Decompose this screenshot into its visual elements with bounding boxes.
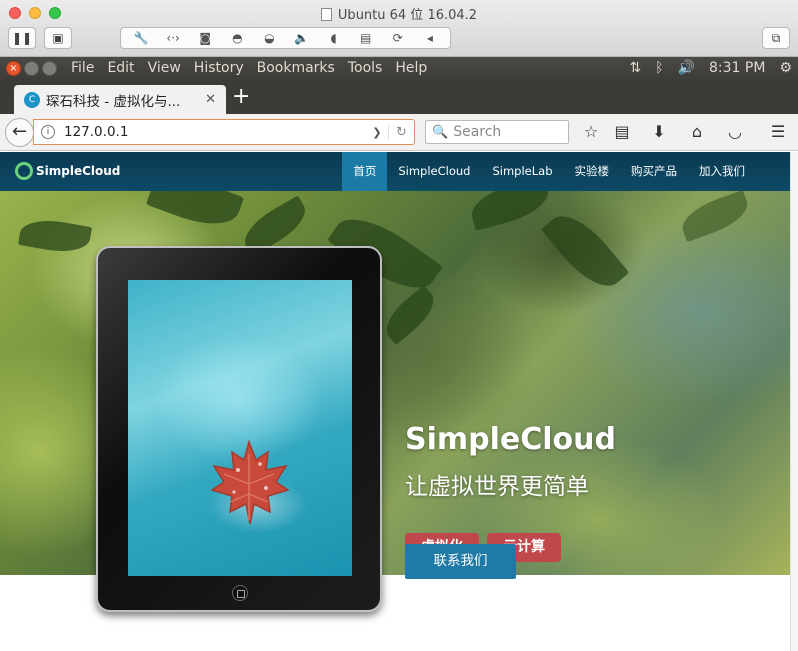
ubuntu-minimize-button[interactable]	[24, 61, 39, 76]
search-box[interactable]: 🔍 Search	[425, 120, 569, 144]
disk-icon[interactable]: ◙	[193, 31, 217, 45]
menu-view[interactable]: View	[148, 60, 181, 76]
collapse-icon[interactable]: ◂	[418, 31, 442, 45]
site-nav-menu: 首页 SimpleCloud SimpleLab 实验楼 购买产品 加入我们	[342, 152, 756, 191]
vm-window-title: Ubuntu 64 位 16.04.2	[0, 4, 798, 23]
system-indicators: ⇅ ᛒ 🔊 8:31 PM ⚙	[629, 60, 798, 76]
simplecloud-logo-icon	[15, 162, 33, 180]
close-icon: ×	[9, 63, 18, 74]
mouse-icon[interactable]: ◖	[322, 31, 346, 45]
wrench-icon[interactable]: 🔧	[129, 31, 153, 45]
url-bar[interactable]: i 127.0.0.1 ❯ ↻	[33, 119, 415, 145]
pause-button[interactable]: ❚❚	[8, 27, 36, 49]
hero-tagline: 让虚拟世界更简单	[405, 474, 589, 500]
snapshot-button[interactable]: ▣	[44, 27, 72, 49]
camera-icon[interactable]: ◓	[225, 31, 249, 45]
refresh-icon[interactable]: ⟳	[386, 31, 410, 45]
vm-window-titlebar: Ubuntu 64 位 16.04.2 ❚❚ ▣ 🔧 ‹·› ◙ ◓ ◒ 🔈 ◖…	[0, 0, 798, 57]
nav-simplelab[interactable]: SimpleLab	[481, 152, 563, 191]
web-page: SimpleCloud 首页 SimpleCloud SimpleLab 实验楼…	[0, 152, 790, 651]
menu-history[interactable]: History	[194, 60, 244, 76]
tab-strip: C 琛石科技 - 虚拟化与... ✕ +	[0, 81, 798, 114]
reload-icon[interactable]: ↻	[388, 124, 414, 140]
nav-simplecloud[interactable]: SimpleCloud	[387, 152, 481, 191]
url-dropdown-icon[interactable]: ❯	[366, 126, 388, 139]
tablet-illustration	[96, 246, 382, 612]
fullscreen-icon: ⧉	[771, 30, 781, 45]
leaf-decoration	[676, 191, 754, 243]
menu-bookmarks[interactable]: Bookmarks	[257, 60, 335, 76]
volume-icon[interactable]: 🔊	[678, 60, 695, 76]
menu-help[interactable]: Help	[395, 60, 427, 76]
back-arrow-icon: ←	[11, 121, 28, 142]
logo-text: SimpleCloud	[36, 164, 121, 178]
tab-close-icon[interactable]: ✕	[205, 92, 216, 107]
browser-tab[interactable]: C 琛石科技 - 虚拟化与... ✕	[14, 85, 226, 114]
download-icon[interactable]: ⬇	[648, 122, 670, 141]
save-icon[interactable]: ▤	[354, 31, 378, 45]
pocket-icon[interactable]: ◡	[724, 122, 746, 141]
site-logo[interactable]: SimpleCloud	[15, 162, 120, 180]
reading-list-icon[interactable]: ▤	[611, 122, 633, 141]
nav-home[interactable]: 首页	[342, 152, 388, 191]
network-icon[interactable]: ‹·›	[161, 31, 185, 45]
document-icon	[320, 8, 332, 21]
leaf-decoration	[466, 191, 554, 231]
navigation-toolbar: i 127.0.0.1 ❯ ↻ ← 🔍 Search ☆ ▤ ⬇ ⌂ ◡ ☰	[0, 114, 798, 151]
pause-icon: ❚❚	[11, 31, 33, 45]
tab-title: 琛石科技 - 虚拟化与...	[46, 93, 181, 110]
nav-lab-building[interactable]: 实验楼	[564, 152, 621, 191]
bluetooth-icon[interactable]: ᛒ	[655, 60, 663, 76]
nav-buy-products[interactable]: 购买产品	[620, 152, 688, 191]
leaf-decoration	[17, 215, 93, 257]
leaf-decoration	[145, 191, 245, 236]
home-icon[interactable]: ⌂	[686, 122, 708, 141]
hamburger-menu-icon[interactable]: ☰	[767, 122, 789, 141]
vm-window-title-text: Ubuntu 64 位 16.04.2	[337, 8, 478, 23]
network-transfer-icon[interactable]: ⇅	[629, 60, 641, 76]
maple-leaf-icon	[210, 440, 290, 525]
contact-us-button[interactable]: 联系我们	[405, 544, 516, 579]
back-button[interactable]: ←	[5, 118, 34, 147]
usb-icon[interactable]: ◒	[257, 31, 281, 45]
fullscreen-button[interactable]: ⧉	[762, 27, 790, 49]
hero-title: SimpleCloud	[405, 422, 616, 457]
snapshot-icon: ▣	[52, 31, 64, 45]
url-text[interactable]: 127.0.0.1	[64, 124, 366, 140]
nav-join-us[interactable]: 加入我们	[688, 152, 756, 191]
search-placeholder: Search	[453, 124, 502, 140]
app-menu-bar: File Edit View History Bookmarks Tools H…	[71, 60, 440, 76]
leaf-decoration	[378, 284, 442, 346]
menu-tools[interactable]: Tools	[348, 60, 383, 76]
new-tab-button[interactable]: +	[232, 85, 250, 109]
menu-file[interactable]: File	[71, 60, 94, 76]
menu-edit[interactable]: Edit	[107, 60, 134, 76]
ubuntu-maximize-button[interactable]	[42, 61, 57, 76]
site-info-icon[interactable]: i	[41, 125, 55, 139]
site-favicon-icon: C	[24, 91, 40, 108]
tablet-screen	[128, 280, 352, 576]
search-icon: 🔍	[432, 124, 449, 140]
leaf-decoration	[540, 203, 630, 299]
vm-device-toolbar: 🔧 ‹·› ◙ ◓ ◒ 🔈 ◖ ▤ ⟳ ◂	[120, 27, 451, 49]
ubuntu-close-button[interactable]: ×	[6, 61, 21, 76]
site-navbar: SimpleCloud 首页 SimpleCloud SimpleLab 实验楼…	[0, 152, 790, 191]
tablet-home-button	[232, 585, 248, 601]
bookmark-star-icon[interactable]: ☆	[580, 122, 602, 141]
ubuntu-top-bar: × File Edit View History Bookmarks Tools…	[0, 57, 798, 81]
page-scrollbar[interactable]	[790, 152, 798, 651]
speaker-icon[interactable]: 🔈	[290, 31, 314, 45]
clock[interactable]: 8:31 PM	[709, 60, 765, 76]
settings-gear-icon[interactable]: ⚙	[779, 60, 792, 76]
